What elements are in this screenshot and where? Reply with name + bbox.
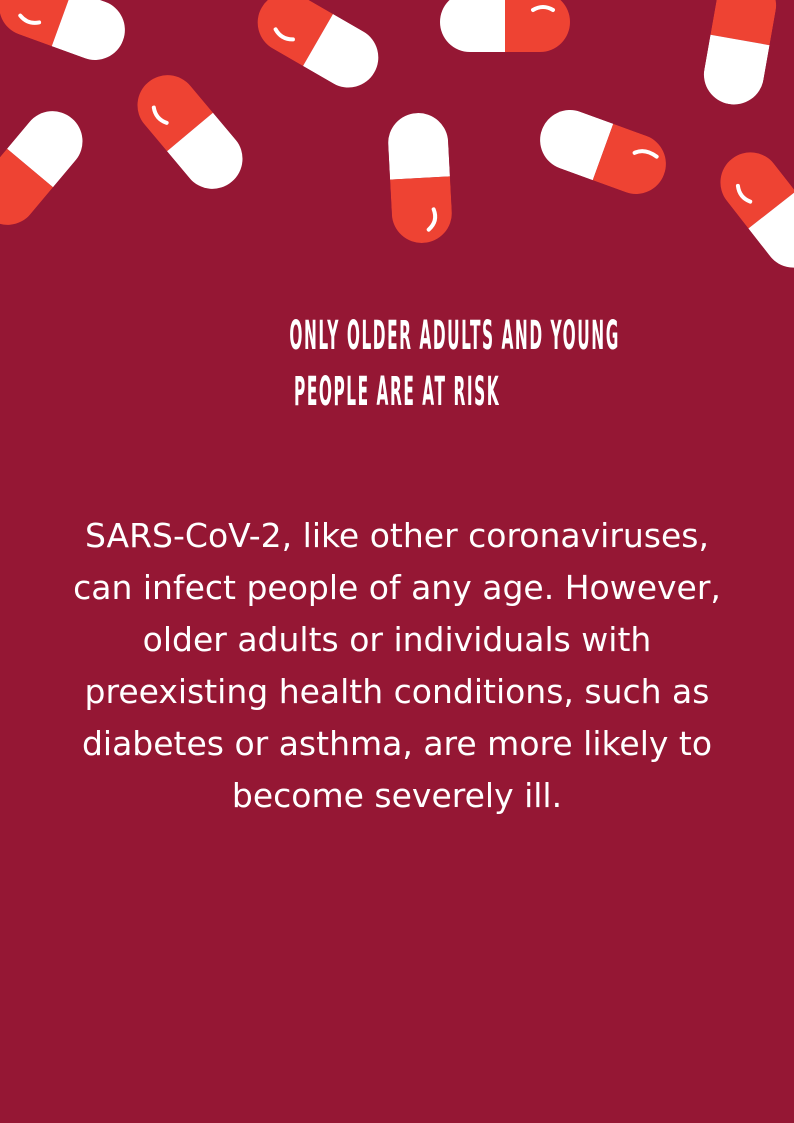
capsule-pill-icon [246,0,390,99]
title-line-2: PEOPLE ARE AT RISK [293,369,501,415]
body-paragraph: SARS-CoV-2, like other coronaviruses, ca… [73,516,721,815]
poster-page: ONLY OLDER ADULTS AND YOUNG PEOPLE ARE A… [0,0,794,1123]
page-title: ONLY OLDER ADULTS AND YOUNG PEOPLE ARE A… [60,308,734,420]
capsule-pill-icon [531,101,675,203]
capsule-pill-icon [699,0,781,110]
capsule-pill-icon [125,62,255,202]
capsule-pill-icon [440,0,570,52]
capsule-pill-icon [0,98,95,238]
title-line-1: ONLY OLDER ADULTS AND YOUNG [289,313,620,359]
capsule-pill-icon [708,140,794,280]
capsule-pill-icon [0,0,134,69]
capsules-decoration [0,0,794,280]
capsule-pill-icon [386,111,454,245]
